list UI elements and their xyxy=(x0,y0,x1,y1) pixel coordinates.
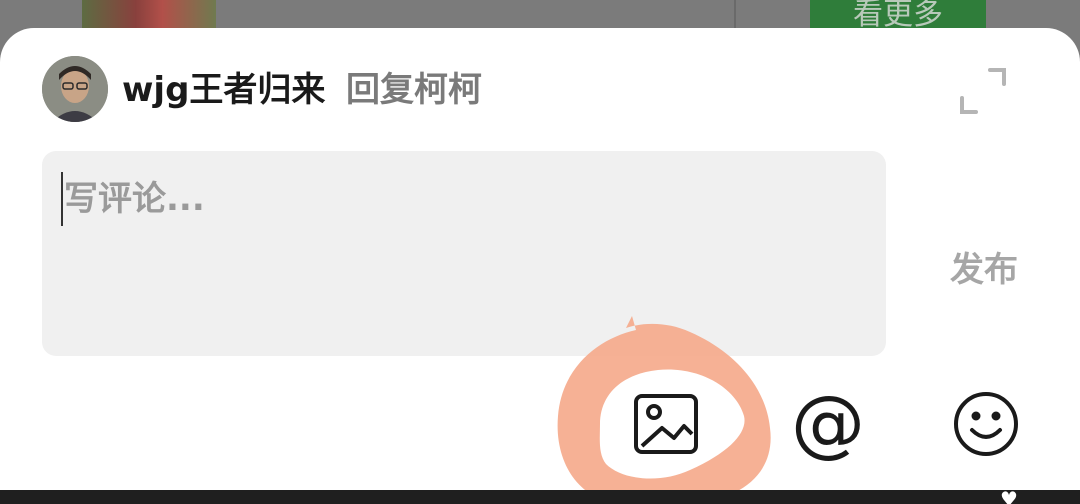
background-thumbnail xyxy=(82,0,216,30)
bottom-bar: ♥ xyxy=(0,487,1080,504)
comment-placeholder: 写评论... xyxy=(64,179,205,219)
reply-to-label: 回复柯柯 xyxy=(346,70,482,110)
at-icon[interactable]: @ xyxy=(790,386,866,462)
see-more-button: 看更多 xyxy=(810,0,986,30)
user-name: wjg王者归来 xyxy=(122,70,326,110)
avatar[interactable] xyxy=(42,56,108,122)
avatar-photo xyxy=(42,56,108,122)
background-divider xyxy=(734,0,736,30)
heart-icon: ♥ xyxy=(1000,487,1018,504)
publish-button[interactable]: 发布 xyxy=(938,244,1030,296)
emoji-icon[interactable] xyxy=(952,390,1020,458)
expand-icon[interactable] xyxy=(958,66,1010,118)
text-caret xyxy=(61,172,63,226)
image-icon[interactable] xyxy=(632,390,700,458)
